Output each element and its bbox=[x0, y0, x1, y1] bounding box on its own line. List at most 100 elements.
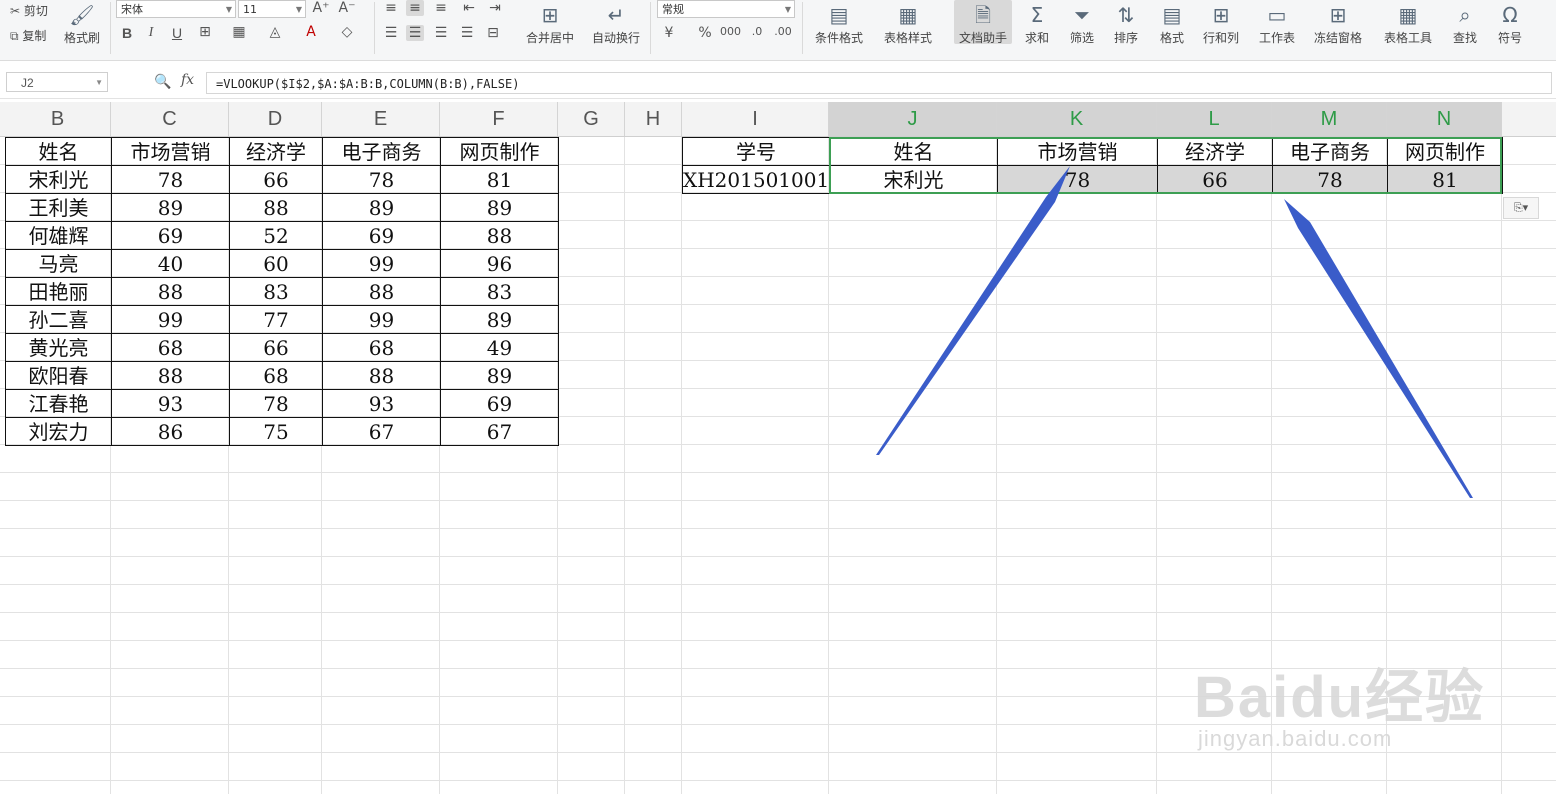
table-cell[interactable]: 93 bbox=[111, 389, 230, 418]
table-header-cell[interactable]: 网页制作 bbox=[440, 137, 559, 166]
table-cell[interactable]: 66 bbox=[229, 333, 323, 362]
table-cell[interactable]: 75 bbox=[229, 417, 323, 446]
lookup-result-cell[interactable]: 宋利光 bbox=[829, 165, 998, 194]
table-cell[interactable]: 52 bbox=[229, 221, 323, 250]
filter-button[interactable]: ⏷ 筛选 bbox=[1062, 0, 1102, 46]
table-cell[interactable]: 67 bbox=[440, 417, 559, 446]
table-cell[interactable]: 66 bbox=[229, 165, 323, 194]
column-header-L[interactable]: L bbox=[1157, 102, 1272, 136]
table-cell[interactable]: 88 bbox=[111, 361, 230, 390]
table-cell[interactable]: 89 bbox=[440, 193, 559, 222]
lookup-header-cell[interactable]: 学号 bbox=[682, 137, 830, 166]
percent-button[interactable]: % bbox=[696, 25, 714, 41]
table-header-cell[interactable]: 电子商务 bbox=[322, 137, 441, 166]
lookup-header-cell[interactable]: 市场营销 bbox=[997, 137, 1158, 166]
font-name-select[interactable]: 宋体 ▼ bbox=[116, 0, 236, 18]
table-cell[interactable]: 88 bbox=[111, 277, 230, 306]
table-header-cell[interactable]: 经济学 bbox=[229, 137, 323, 166]
table-cell[interactable]: 欧阳春 bbox=[5, 361, 112, 390]
table-cell[interactable]: 49 bbox=[440, 333, 559, 362]
table-cell[interactable]: 88 bbox=[440, 221, 559, 250]
decrease-decimal-icon[interactable]: .00 bbox=[774, 25, 792, 38]
formula-input[interactable]: =VLOOKUP($I$2,$A:$A:B:B,COLUMN(B:B),FALS… bbox=[206, 72, 1552, 94]
fill-color-icon[interactable]: ◬ bbox=[266, 24, 284, 40]
number-format-select[interactable]: 常规 ▼ bbox=[657, 0, 795, 18]
table-cell[interactable]: 69 bbox=[111, 221, 230, 250]
distributed-icon[interactable]: ⊟ bbox=[484, 25, 502, 41]
doc-assistant-button[interactable]: 🗎 文档助手 bbox=[954, 0, 1012, 45]
table-cell[interactable]: 96 bbox=[440, 249, 559, 278]
table-cell[interactable]: 宋利光 bbox=[5, 165, 112, 194]
format-painter-button[interactable]: 🖌 格式刷 bbox=[60, 0, 104, 46]
table-cell[interactable]: 刘宏力 bbox=[5, 417, 112, 446]
column-header-J[interactable]: J bbox=[829, 102, 997, 136]
table-cell[interactable]: 81 bbox=[440, 165, 559, 194]
table-cell[interactable]: 何雄辉 bbox=[5, 221, 112, 250]
table-cell[interactable]: 67 bbox=[322, 417, 441, 446]
align-middle-icon[interactable]: ≡ bbox=[406, 0, 424, 16]
align-bottom-icon[interactable]: ≡ bbox=[432, 0, 450, 16]
lookup-result-cell[interactable]: 81 bbox=[1387, 165, 1503, 194]
table-cell[interactable]: 78 bbox=[111, 165, 230, 194]
align-center-icon[interactable]: ☰ bbox=[406, 25, 424, 41]
column-header-I[interactable]: I bbox=[682, 102, 829, 136]
fx-icon[interactable]: fx bbox=[181, 72, 194, 88]
clear-icon[interactable]: ◇ bbox=[338, 24, 356, 40]
table-cell[interactable]: 89 bbox=[440, 361, 559, 390]
name-box[interactable]: J2 ▼ bbox=[6, 72, 108, 92]
table-cell[interactable]: 89 bbox=[111, 193, 230, 222]
lookup-result-cell[interactable]: 66 bbox=[1157, 165, 1273, 194]
font-size-select[interactable]: 11 ▼ bbox=[238, 0, 306, 18]
table-cell[interactable]: 68 bbox=[111, 333, 230, 362]
sum-button[interactable]: Σ 求和 bbox=[1018, 0, 1056, 46]
table-cell[interactable]: 99 bbox=[111, 305, 230, 334]
column-header-C[interactable]: C bbox=[111, 102, 229, 136]
table-cell[interactable]: 77 bbox=[229, 305, 323, 334]
table-cell[interactable]: 89 bbox=[440, 305, 559, 334]
lookup-header-cell[interactable]: 网页制作 bbox=[1387, 137, 1503, 166]
bold-button[interactable]: B bbox=[118, 25, 136, 41]
column-header-F[interactable]: F bbox=[440, 102, 558, 136]
column-header-E[interactable]: E bbox=[322, 102, 440, 136]
table-header-cell[interactable]: 姓名 bbox=[5, 137, 112, 166]
table-cell[interactable]: 孙二喜 bbox=[5, 305, 112, 334]
table-cell[interactable]: 68 bbox=[229, 361, 323, 390]
freeze-panes-button[interactable]: ⊞ 冻结窗格 bbox=[1306, 0, 1370, 46]
table-cell[interactable]: 83 bbox=[440, 277, 559, 306]
column-header-H[interactable]: H bbox=[625, 102, 682, 136]
table-cell[interactable]: 88 bbox=[229, 193, 323, 222]
conditional-format-button[interactable]: ▤ 条件格式 bbox=[808, 0, 870, 46]
table-cell[interactable]: 40 bbox=[111, 249, 230, 278]
table-cell[interactable]: 99 bbox=[322, 305, 441, 334]
currency-icon[interactable]: ¥ bbox=[660, 25, 678, 41]
table-cell[interactable]: 68 bbox=[322, 333, 441, 362]
copy-button[interactable]: ⧉ 复制 bbox=[10, 27, 46, 44]
lookup-header-cell[interactable]: 电子商务 bbox=[1272, 137, 1388, 166]
table-cell[interactable]: 99 bbox=[322, 249, 441, 278]
table-header-cell[interactable]: 市场营销 bbox=[111, 137, 230, 166]
lookup-result-cell[interactable]: 78 bbox=[1272, 165, 1388, 194]
column-header-B[interactable]: B bbox=[5, 102, 111, 136]
lookup-header-cell[interactable]: 姓名 bbox=[829, 137, 998, 166]
table-cell[interactable]: 69 bbox=[322, 221, 441, 250]
sort-button[interactable]: ⇅ 排序 bbox=[1106, 0, 1146, 46]
table-cell[interactable]: 江春艳 bbox=[5, 389, 112, 418]
align-left-icon[interactable]: ☰ bbox=[382, 25, 400, 41]
table-cell[interactable]: 69 bbox=[440, 389, 559, 418]
table-cell[interactable]: 78 bbox=[322, 165, 441, 194]
table-cell[interactable]: 田艳丽 bbox=[5, 277, 112, 306]
italic-button[interactable]: I bbox=[142, 25, 160, 41]
table-cell[interactable]: 黄光亮 bbox=[5, 333, 112, 362]
column-header-K[interactable]: K bbox=[997, 102, 1157, 136]
align-right-icon[interactable]: ☰ bbox=[432, 25, 450, 41]
wrap-text-button[interactable]: ↵ 自动换行 bbox=[588, 0, 644, 46]
decrease-font-icon[interactable]: A⁻ bbox=[338, 0, 356, 16]
table-tools-button[interactable]: ▦ 表格工具 bbox=[1376, 0, 1440, 46]
table-cell[interactable]: 王利美 bbox=[5, 193, 112, 222]
table-cell[interactable]: 86 bbox=[111, 417, 230, 446]
paste-options-icon[interactable]: ⎘▾ bbox=[1503, 197, 1539, 219]
table-cell[interactable]: 马亮 bbox=[5, 249, 112, 278]
justify-icon[interactable]: ☰ bbox=[458, 25, 476, 41]
symbol-button[interactable]: Ω 符号 bbox=[1490, 0, 1530, 46]
student-id-cell[interactable]: XH201501001 bbox=[682, 165, 830, 194]
